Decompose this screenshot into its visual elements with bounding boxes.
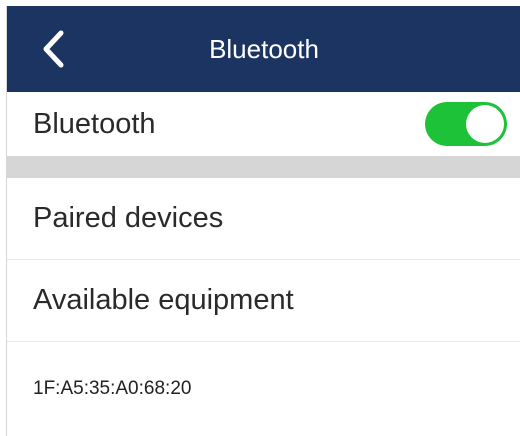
page-title: Bluetooth (209, 34, 319, 64)
paired-devices-label: Paired devices (33, 202, 224, 234)
back-button[interactable] (33, 27, 73, 71)
available-equipment-label: Available equipment (33, 284, 294, 316)
paired-devices-item[interactable]: Paired devices (7, 178, 520, 260)
bluetooth-label: Bluetooth (33, 107, 156, 140)
chevron-left-icon (43, 30, 64, 68)
section-divider (7, 156, 520, 178)
available-equipment-header: Available equipment (7, 260, 520, 342)
bluetooth-screen: Bluetooth Bluetooth Paired devices Avail… (6, 6, 520, 436)
bluetooth-row: Bluetooth (7, 92, 520, 156)
header-bar: Bluetooth (7, 6, 520, 92)
toggle-knob (466, 105, 504, 143)
bluetooth-toggle[interactable] (425, 102, 507, 146)
device-list-item[interactable]: 1F:A5:35:A0:68:20 (7, 342, 520, 436)
device-address: 1F:A5:35:A0:68:20 (33, 378, 192, 399)
